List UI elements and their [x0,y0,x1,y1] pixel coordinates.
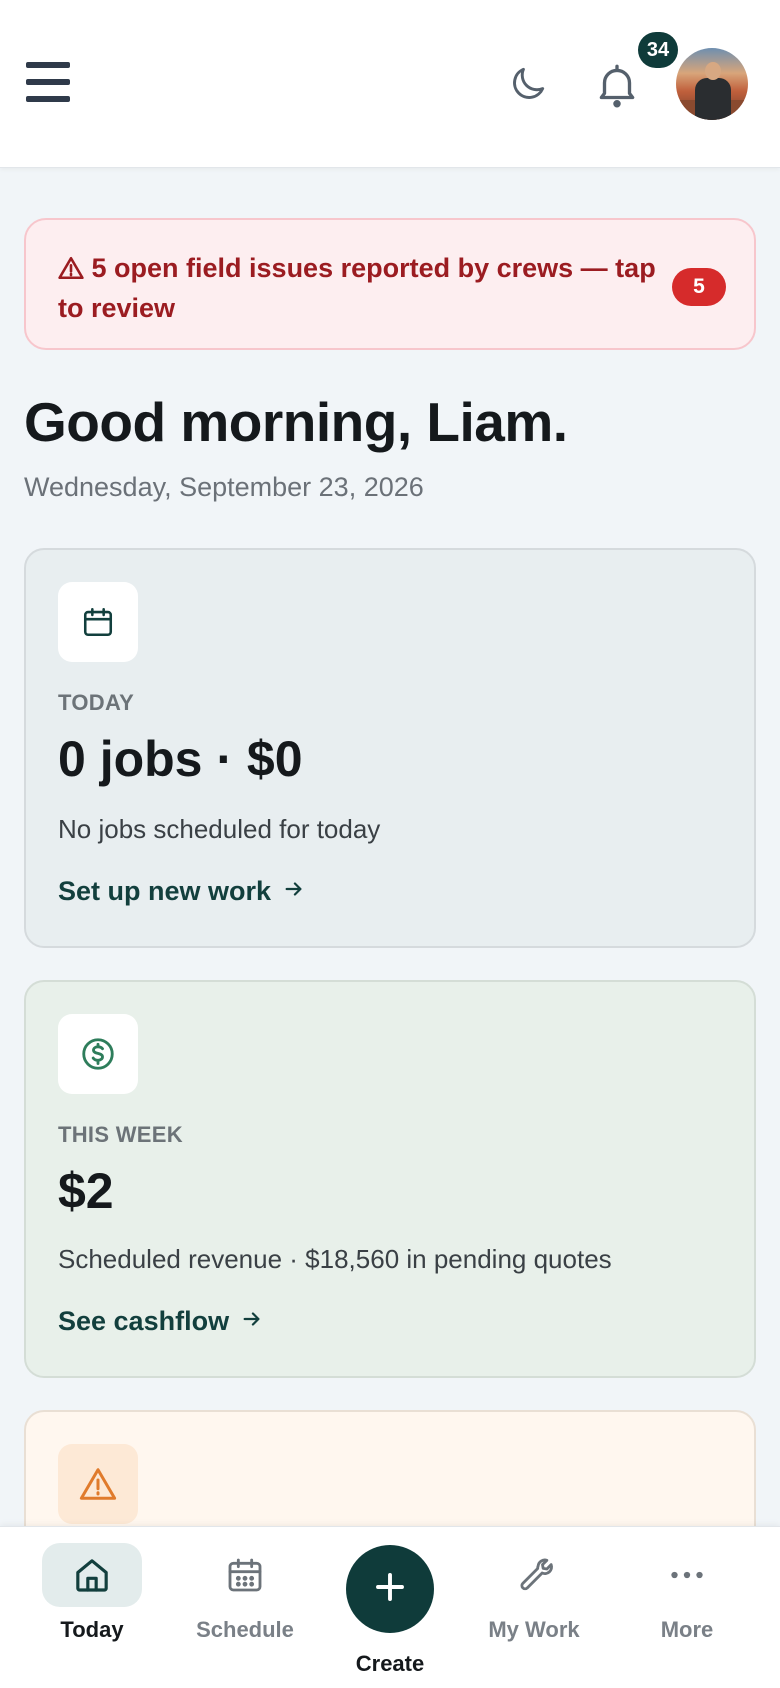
nav-my-work[interactable]: My Work [469,1543,599,1643]
bell-icon[interactable] [592,60,642,110]
bottom-navigation: Today Schedule Create My Work More [0,1526,780,1688]
card-value: $2 [58,1163,114,1219]
see-cashflow-link[interactable]: See cashflow [58,1306,263,1337]
nav-label: Today [60,1617,124,1642]
calendar-icon [58,582,138,662]
arrow-right-icon [241,1306,263,1337]
warning-triangle-icon [58,1444,138,1524]
page-title: Good morning, Liam. [24,391,568,453]
week-summary-card[interactable]: THIS WEEK $2 Scheduled revenue · $18,560… [24,980,756,1378]
plus-icon [372,1569,408,1610]
card-description: Scheduled revenue · $18,560 in pending q… [58,1244,612,1274]
avatar[interactable] [676,48,748,120]
alert-message: 5 open field issues reported by crews — … [58,253,656,323]
card-label: THIS WEEK [58,1122,183,1147]
card-value: 0 jobs · $0 [58,731,303,787]
arrow-right-icon [283,876,305,907]
nav-more[interactable]: More [622,1543,752,1643]
nav-schedule[interactable]: Schedule [180,1543,310,1643]
nav-label: More [660,1617,714,1642]
nav-label: Schedule [196,1617,294,1642]
warning-icon [58,253,92,283]
today-summary-card[interactable]: TODAY 0 jobs · $0 No jobs scheduled for … [24,548,756,948]
card-label: TODAY [58,690,135,715]
nav-label: My Work [488,1617,580,1642]
nav-today[interactable]: Today [27,1543,157,1643]
moon-icon[interactable] [506,62,550,106]
create-button[interactable] [346,1545,434,1633]
link-label: See cashflow [58,1306,230,1336]
alert-count-badge: 5 [672,268,726,306]
top-app-bar: 34 [0,0,780,168]
calendar-icon [195,1543,295,1607]
create-label: Create [355,1651,425,1676]
link-label: Set up new work [58,876,272,906]
set-up-new-work-link[interactable]: Set up new work [58,876,305,907]
notification-count-badge[interactable]: 34 [638,32,678,68]
more-dots-icon [637,1543,737,1607]
wrench-icon [484,1543,584,1607]
dollar-circle-icon [58,1014,138,1094]
card-description: No jobs scheduled for today [58,814,381,844]
current-date: Wednesday, September 23, 2026 [24,472,424,502]
home-icon [42,1543,142,1607]
hamburger-menu-icon[interactable] [26,62,70,102]
field-issues-alert[interactable]: 5 open field issues reported by crews — … [24,218,756,350]
